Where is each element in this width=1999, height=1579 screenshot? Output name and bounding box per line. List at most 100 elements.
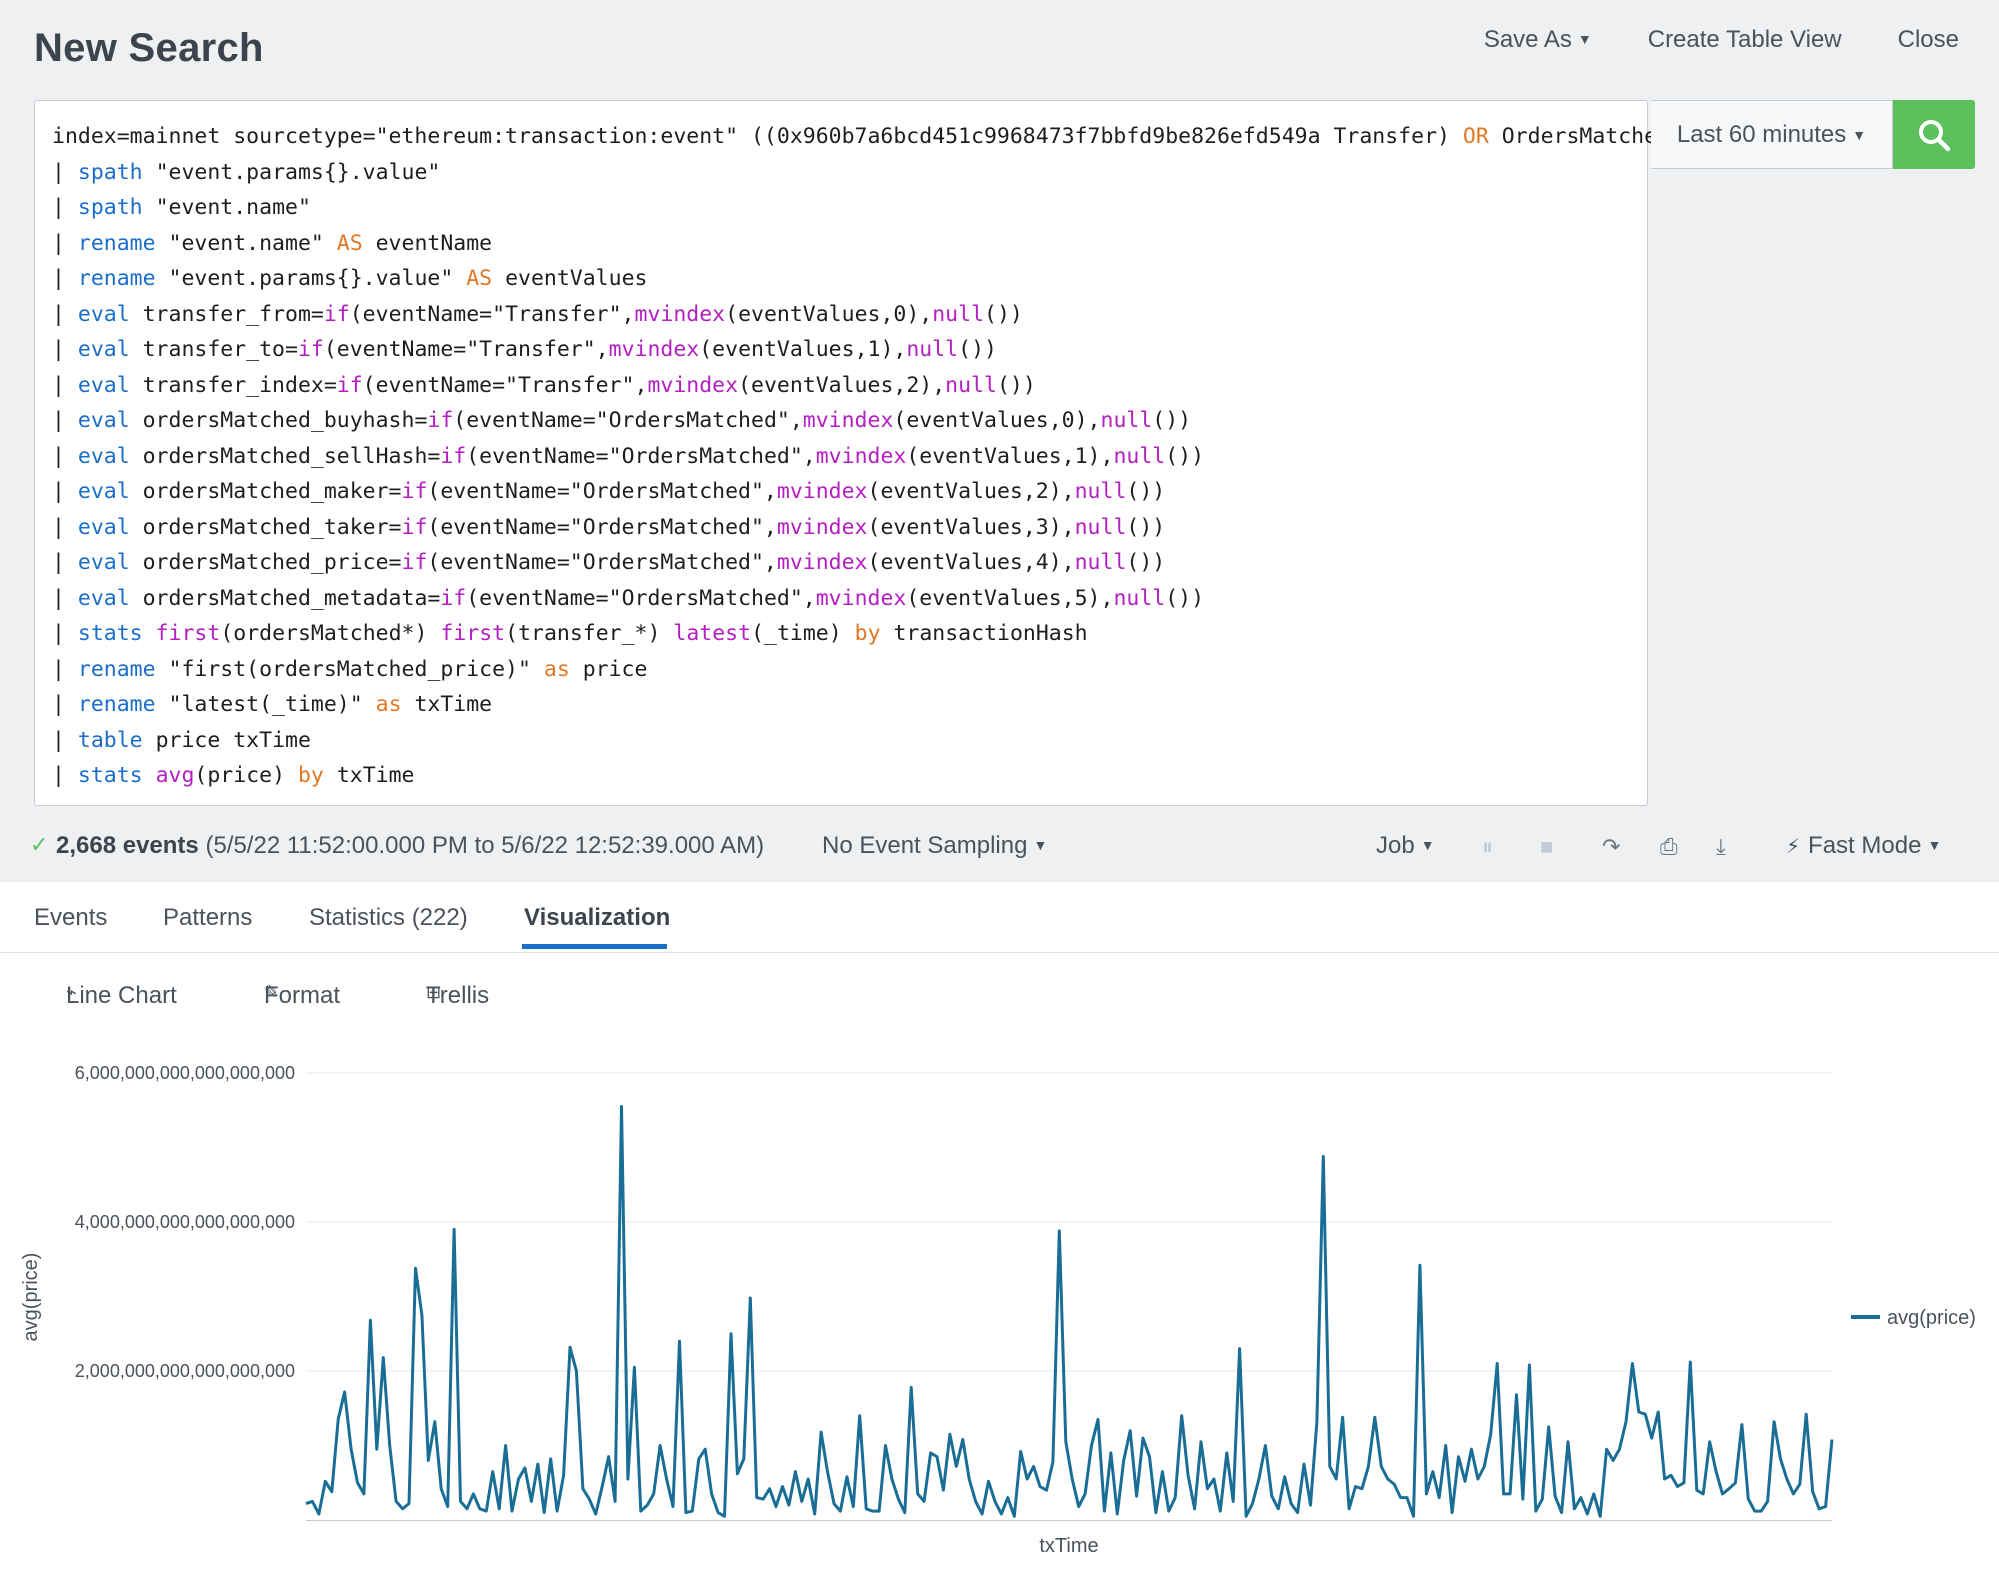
tab-visualization[interactable]: Visualization xyxy=(524,904,670,932)
tab-patterns[interactable]: Patterns xyxy=(163,904,252,932)
query-token: as xyxy=(543,656,570,682)
query-token: index=mainnet sourcetype="ethereum:trans… xyxy=(52,124,1463,149)
query-line: | eval ordersMatched_taker=if(eventName=… xyxy=(52,510,1647,546)
query-token: "event.name" xyxy=(142,195,311,220)
query-token: (eventName="Transfer", xyxy=(362,372,648,398)
stop-icon[interactable]: ■ xyxy=(1540,834,1553,860)
time-range-picker[interactable]: Last 60 minutes ▼ xyxy=(1651,100,1893,169)
query-token: rename xyxy=(77,230,156,256)
query-token: ordersMatched_buyhash= xyxy=(129,408,428,433)
query-token: (eventValues,2), xyxy=(867,479,1075,504)
query-line: | rename "latest(_time)" as txTime xyxy=(52,687,1647,723)
query-line: | rename "event.params{}.value" AS event… xyxy=(52,261,1647,297)
time-range-label: Last 60 minutes xyxy=(1676,120,1847,148)
query-token: (eventValues,5), xyxy=(906,585,1114,611)
query-token: eval xyxy=(77,301,130,327)
event-time-range: (5/5/22 11:52:00.000 PM to 5/6/22 12:52:… xyxy=(205,832,765,859)
search-query-editor[interactable]: index=mainnet sourcetype="ethereum:trans… xyxy=(34,100,1683,806)
query-line: | eval transfer_index=if(eventName="Tran… xyxy=(52,368,1647,404)
query-token: if xyxy=(336,372,363,398)
query-token: if xyxy=(323,301,350,327)
line-chart-label: Line Chart xyxy=(66,982,177,1009)
lightning-icon: ⚡ xyxy=(1786,836,1801,858)
query-token: null xyxy=(1074,479,1127,504)
query-token: "event.name" xyxy=(155,230,337,256)
export-icon[interactable]: ⤓ xyxy=(1716,834,1726,860)
tab-events[interactable]: Events xyxy=(34,904,107,932)
query-token: (eventName="OrdersMatched", xyxy=(453,408,803,433)
query-line: index=mainnet sourcetype="ethereum:trans… xyxy=(52,119,1683,155)
query-token: ordersMatched_maker= xyxy=(129,479,402,504)
query-token: eventValues xyxy=(492,266,648,291)
query-token: null xyxy=(945,372,997,398)
series-line-avg-price xyxy=(305,1105,1834,1518)
query-line: | stats avg(price) by txTime xyxy=(52,758,1647,794)
query-line: | eval transfer_from=if(eventName="Trans… xyxy=(52,297,1647,333)
query-token: "event.params{}.value" xyxy=(155,266,467,291)
query-token: ordersMatched_taker= xyxy=(129,514,402,540)
y-tick-label: 4,000,000,000,000,000,000 xyxy=(75,1212,295,1232)
job-menu[interactable]: Job ▼ xyxy=(1376,832,1435,860)
query-line: | table price txTime xyxy=(52,723,1647,759)
close-button[interactable]: Close xyxy=(1898,26,1959,54)
caret-down-icon: ▼ xyxy=(1420,837,1435,853)
query-token: if xyxy=(401,479,428,504)
query-token: by xyxy=(297,763,324,788)
query-token: stats xyxy=(77,621,143,646)
query-token: table xyxy=(77,727,143,753)
query-token: null xyxy=(1074,514,1127,540)
query-line: | eval transfer_to=if(eventName="Transfe… xyxy=(52,332,1647,368)
query-token: spath xyxy=(77,195,143,220)
search-button[interactable] xyxy=(1893,100,1975,169)
query-token: "first(ordersMatched_price)" xyxy=(155,656,544,682)
query-token: | xyxy=(52,514,78,540)
query-token: AS xyxy=(466,266,493,291)
save-as-menu[interactable]: Save As ▼ xyxy=(1484,26,1592,54)
query-token: by xyxy=(854,621,881,646)
query-token: (eventValues,4), xyxy=(867,550,1075,575)
query-token: if xyxy=(401,550,428,575)
line-chart[interactable]: 2,000,000,000,000,000,000 4,000,000,000,0… xyxy=(0,1040,1999,1579)
active-tab-indicator xyxy=(522,944,667,949)
share-icon[interactable]: ↷ xyxy=(1602,834,1620,860)
query-token: mvindex xyxy=(776,514,868,540)
trellis-label: Trellis xyxy=(426,982,490,1009)
query-token: (eventValues,1), xyxy=(699,337,907,362)
query-token: if xyxy=(440,585,467,611)
query-token: null xyxy=(1113,443,1166,469)
query-token: (price) xyxy=(194,763,298,788)
create-table-view-button[interactable]: Create Table View xyxy=(1648,26,1842,54)
query-token: "event.params{}.value" xyxy=(142,159,441,185)
query-token: mvindex xyxy=(776,479,868,504)
query-token: txTime xyxy=(323,763,415,788)
search-mode-dropdown[interactable]: ⚡ Fast Mode ▼ xyxy=(1786,832,1941,860)
query-token: eval xyxy=(77,585,130,611)
query-token: null xyxy=(1100,408,1153,433)
query-token: mvindex xyxy=(634,301,726,327)
query-token: latest xyxy=(673,621,752,646)
query-token: if xyxy=(427,408,454,433)
query-token: null xyxy=(1113,585,1166,611)
query-line: | eval ordersMatched_maker=if(eventName=… xyxy=(52,474,1647,510)
format-label: Format xyxy=(264,982,341,1009)
query-token: | xyxy=(52,585,78,611)
event-sampling-dropdown[interactable]: No Event Sampling ▼ xyxy=(822,832,1047,860)
query-token: ordersMatched_sellHash= xyxy=(129,443,441,469)
query-token: ordersMatched_price= xyxy=(129,550,402,575)
tab-statistics[interactable]: Statistics (222) xyxy=(309,904,468,932)
query-token: ()) xyxy=(984,301,1023,327)
query-token: price xyxy=(569,656,648,682)
query-token: transfer_to= xyxy=(129,337,298,362)
pause-icon[interactable]: ⏸ xyxy=(1482,834,1493,860)
query-token: (eventName="OrdersMatched", xyxy=(427,479,777,504)
event-count: 2,668 events (5/5/22 11:52:00.000 PM to … xyxy=(56,832,764,860)
query-token: rename xyxy=(77,266,156,291)
caret-down-icon: ▼ xyxy=(1852,126,1867,143)
event-count-value: 2,668 events xyxy=(56,832,199,859)
print-icon[interactable]: ⎙ xyxy=(1660,834,1678,860)
query-token xyxy=(143,763,156,788)
query-token xyxy=(143,621,156,646)
query-token: | xyxy=(52,372,78,398)
query-token: | xyxy=(52,621,78,646)
query-line: | rename "event.name" AS eventName xyxy=(52,226,1647,262)
